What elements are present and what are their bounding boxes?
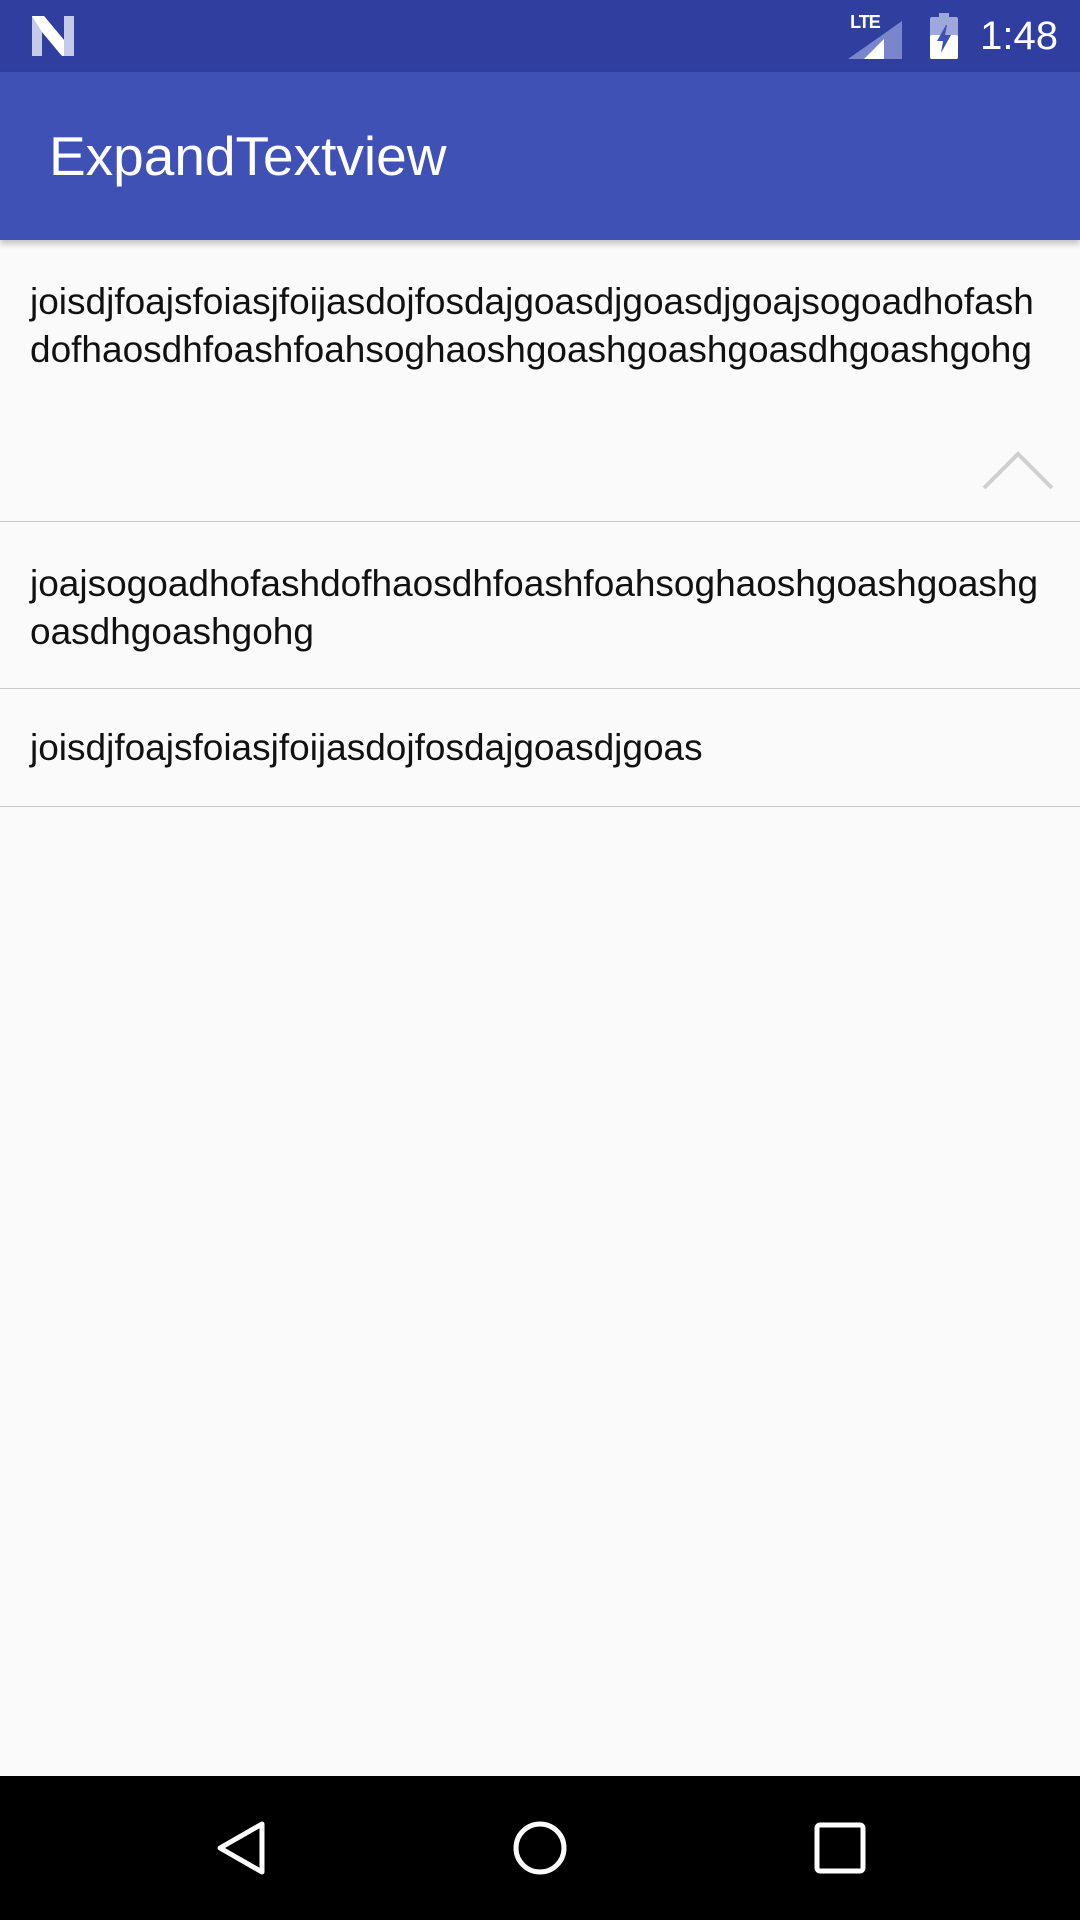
status-bar: LTE 1:48 [0,0,1080,72]
notification-n-icon [32,16,74,56]
signal-icon [848,21,903,59]
list-item[interactable]: joajsogoadhofashdofhaosdhfoashfoahsoghao… [0,522,1080,689]
recents-icon[interactable] [810,1818,870,1878]
expandable-text-list: joisdjfoajsfoiasjfoijasdojfosdajgoasdjgo… [0,240,1080,807]
signal-group: LTE [848,13,904,59]
navigation-bar [0,1776,1080,1920]
expandable-text[interactable]: joisdjfoajsfoiasjfoijasdojfosdajgoasdjgo… [0,689,1080,772]
chevron-up-icon[interactable] [982,450,1054,490]
back-icon[interactable] [212,1818,272,1878]
screen: LTE 1:48 ExpandTextview joisdjfoajsfoias… [0,0,1080,1920]
expandable-text[interactable]: joisdjfoajsfoiasjfoijasdojfosdajgoasdjgo… [0,240,1080,374]
list-item[interactable]: joisdjfoajsfoiasjfoijasdojfosdajgoasdjgo… [0,689,1080,807]
battery-charging-icon [930,13,959,59]
expandable-text[interactable]: joajsogoadhofashdofhaosdhfoashfoahsoghao… [0,522,1080,656]
clock: 1:48 [980,14,1058,58]
status-icons: LTE 1:48 [848,0,1058,72]
home-icon[interactable] [510,1818,570,1878]
list-item[interactable]: joisdjfoajsfoiasjfoijasdojfosdajgoasdjgo… [0,240,1080,522]
app-bar: ExpandTextview [0,72,1080,240]
app-title: ExpandTextview [49,125,447,187]
